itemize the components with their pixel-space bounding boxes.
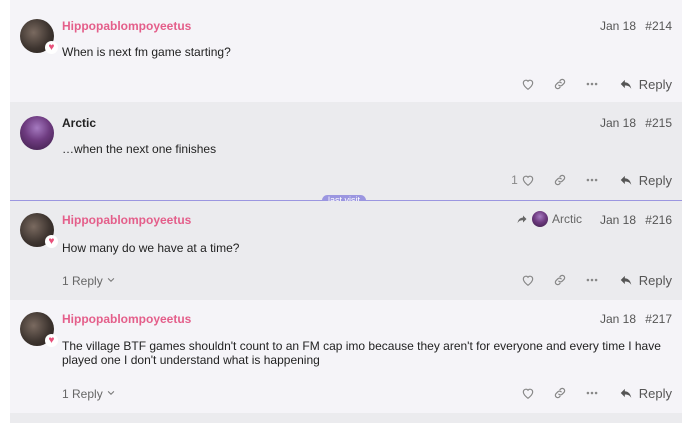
post-number[interactable]: #216	[645, 213, 672, 227]
share-link-button[interactable]	[553, 273, 567, 287]
heart-icon	[522, 388, 534, 399]
heart-badge-icon: ♥	[45, 334, 58, 347]
reply-button[interactable]: Reply	[619, 386, 672, 401]
post-215: Arctic Jan 18 #215 …when the next one fi…	[10, 102, 682, 199]
reply-to-username: Arctic	[552, 212, 582, 226]
ellipsis-icon	[586, 178, 598, 182]
like-button[interactable]: 1	[511, 173, 535, 187]
reply-button[interactable]: Reply	[619, 77, 672, 92]
replies-count-label: 1 Reply	[62, 387, 103, 401]
reply-label: Reply	[638, 172, 672, 188]
reply-to-arrow-icon	[517, 215, 527, 224]
post-date[interactable]: Jan 18	[600, 19, 636, 33]
ellipsis-icon	[586, 278, 598, 282]
reply-arrow-icon	[620, 388, 631, 398]
like-button[interactable]	[521, 273, 535, 287]
post-username[interactable]: Hippopablompoyeetus	[62, 213, 191, 227]
post-username[interactable]: Arctic	[62, 116, 96, 130]
post-username[interactable]: Hippopablompoyeetus	[62, 19, 191, 33]
share-link-button[interactable]	[553, 173, 567, 187]
replies-toggle[interactable]: 1 Reply	[62, 274, 116, 288]
post-actions: 1 Reply	[493, 171, 672, 189]
avatar[interactable]: ♥	[20, 213, 58, 248]
reply-label: Reply	[638, 76, 672, 92]
post-number[interactable]: #214	[645, 19, 672, 33]
post-username[interactable]: Hippopablompoyeetus	[62, 312, 191, 326]
reply-button[interactable]: Reply	[619, 273, 672, 288]
post-date[interactable]: Jan 18	[600, 116, 636, 130]
post-216: ♥ Hippopablompoyeetus Arctic Jan 18 #216…	[10, 201, 682, 300]
post-number[interactable]: #215	[645, 116, 672, 130]
post-body: The village BTF games shouldn't count to…	[62, 339, 661, 367]
ellipsis-icon	[586, 82, 598, 86]
reply-to-avatar	[532, 211, 548, 227]
share-link-button[interactable]	[553, 386, 567, 400]
reply-arrow-icon	[620, 175, 631, 185]
chevron-down-icon	[107, 390, 115, 395]
post-body: When is next fm game starting?	[62, 45, 231, 59]
more-options-button[interactable]	[585, 77, 599, 91]
more-options-button[interactable]	[585, 386, 599, 400]
heart-badge-icon: ♥	[45, 235, 58, 248]
avatar[interactable]: ♥	[20, 19, 58, 54]
heart-icon	[522, 79, 534, 90]
ellipsis-icon	[586, 391, 598, 395]
link-icon	[554, 274, 565, 286]
post-actions: Reply	[503, 75, 672, 93]
post-body: …when the next one finishes	[62, 142, 217, 156]
reply-to-indicator[interactable]: Arctic	[516, 211, 582, 227]
heart-icon	[522, 275, 534, 286]
link-icon	[554, 78, 565, 90]
reply-arrow-icon	[620, 79, 631, 89]
like-button[interactable]	[521, 386, 535, 400]
post-actions: Reply	[503, 271, 672, 289]
more-options-button[interactable]	[585, 173, 599, 187]
post-body: How many do we have at a time?	[62, 241, 240, 255]
reply-button[interactable]: Reply	[619, 173, 672, 188]
reply-label: Reply	[638, 385, 672, 401]
post-number[interactable]: #217	[645, 312, 672, 326]
link-icon	[554, 387, 565, 399]
post-214: ♥ Hippopablompoyeetus Jan 18 #214 When i…	[10, 0, 682, 102]
post-217: ♥ Hippopablompoyeetus Jan 18 #217 The vi…	[10, 300, 682, 413]
heart-badge-icon: ♥	[45, 41, 58, 54]
post-date[interactable]: Jan 18	[600, 312, 636, 326]
chevron-down-icon	[107, 277, 115, 282]
replies-toggle[interactable]: 1 Reply	[62, 387, 116, 401]
reply-label: Reply	[638, 272, 672, 288]
post-actions: Reply	[503, 384, 672, 402]
more-options-button[interactable]	[585, 273, 599, 287]
link-icon	[554, 174, 565, 186]
post-date[interactable]: Jan 18	[600, 213, 636, 227]
like-button[interactable]	[521, 77, 535, 91]
like-count: 1	[511, 173, 518, 187]
heart-icon	[522, 175, 534, 186]
reply-arrow-icon	[620, 275, 631, 285]
avatar[interactable]	[20, 116, 54, 150]
share-link-button[interactable]	[553, 77, 567, 91]
avatar[interactable]: ♥	[20, 312, 58, 347]
replies-count-label: 1 Reply	[62, 274, 103, 288]
